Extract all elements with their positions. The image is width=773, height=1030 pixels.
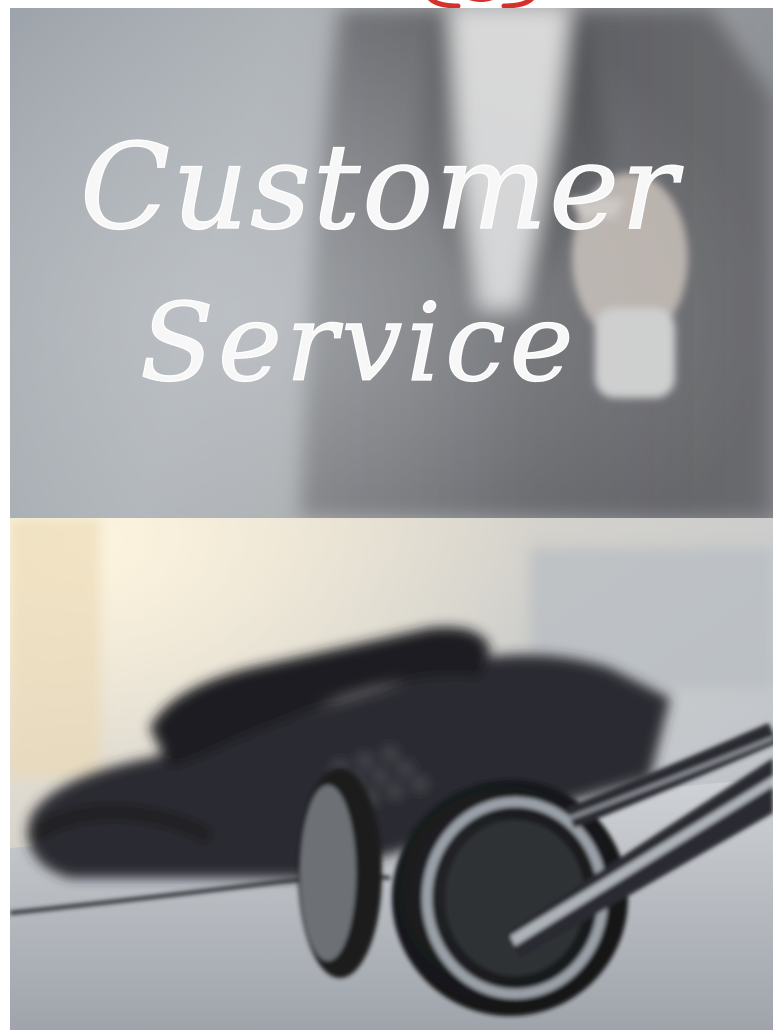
page: Customer Service: [0, 0, 773, 1030]
phone-headset-photo: [10, 518, 773, 1030]
handwriting-line-2: Service: [140, 281, 577, 406]
logo-partial: [428, 0, 534, 8]
customer-service-photo: Customer Service: [10, 8, 773, 518]
handwriting-line-1: Customer: [80, 118, 684, 256]
